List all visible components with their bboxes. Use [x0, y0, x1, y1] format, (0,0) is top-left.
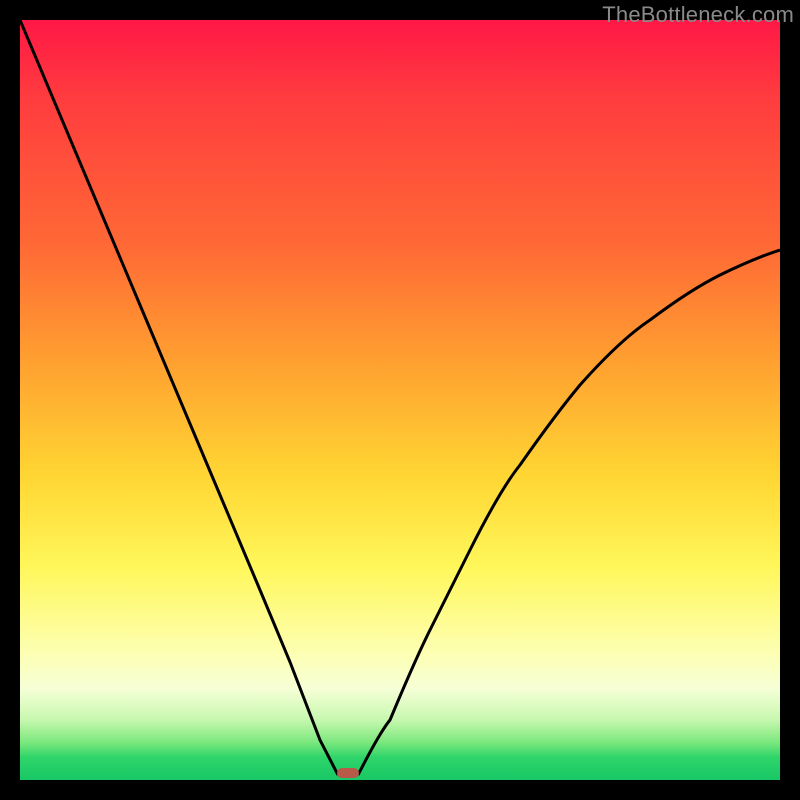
watermark-text: TheBottleneck.com: [602, 2, 794, 28]
plot-area: [20, 20, 780, 780]
curve-left-branch: [20, 20, 338, 775]
bottleneck-curve: [20, 20, 780, 780]
curve-right-branch: [358, 250, 780, 775]
vertex-marker: [337, 768, 359, 778]
